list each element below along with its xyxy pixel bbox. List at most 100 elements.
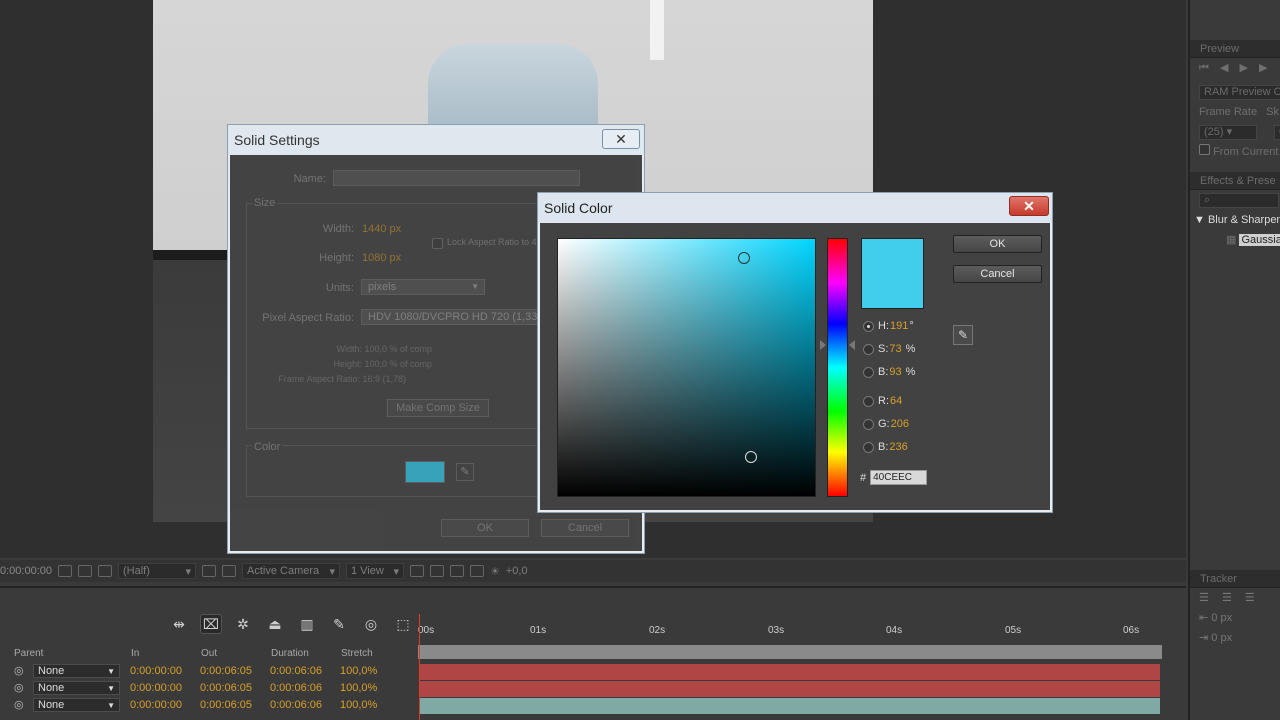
- parent-select[interactable]: None ▼: [33, 664, 120, 678]
- pickwhip-icon[interactable]: ◎: [14, 697, 24, 714]
- make-comp-size-button[interactable]: Make Comp Size: [387, 399, 489, 417]
- align-left-icon[interactable]: ☰: [1199, 592, 1209, 604]
- brainstorm-icon[interactable]: ✎: [328, 614, 350, 634]
- camera-select[interactable]: Active Camera ▾: [242, 563, 340, 579]
- duration-value[interactable]: 0:00:06:06: [270, 680, 322, 697]
- eyedropper-icon[interactable]: ✎: [456, 463, 474, 481]
- frame-rate-select[interactable]: (25) ▾: [1199, 125, 1257, 140]
- layer-bar[interactable]: [420, 681, 1160, 697]
- effects-presets-tab[interactable]: Effects & Prese: [1190, 172, 1280, 190]
- next-frame-icon[interactable]: ▶: [1259, 62, 1267, 74]
- snapshot-icon[interactable]: [58, 565, 72, 577]
- ok-button[interactable]: OK: [441, 519, 529, 537]
- first-frame-icon[interactable]: ⏮: [1199, 62, 1209, 74]
- parent-select[interactable]: None ▼: [33, 698, 120, 712]
- hue-value[interactable]: 191: [890, 318, 908, 334]
- hue-radio[interactable]: [863, 320, 874, 332]
- frame-blending-icon[interactable]: ⏏: [264, 614, 286, 634]
- parent-select[interactable]: None ▼: [33, 681, 120, 695]
- draft-3d-icon[interactable]: ⌧: [200, 614, 222, 634]
- solid-color-titlebar[interactable]: Solid Color: [538, 193, 1052, 223]
- pickwhip-icon[interactable]: ◎: [14, 680, 24, 697]
- effect-item-row[interactable]: ▦ Gaussia: [1190, 230, 1280, 250]
- blue-value[interactable]: 236: [889, 439, 907, 455]
- indent-right-value[interactable]: 0 px: [1211, 632, 1232, 644]
- exposure-value[interactable]: +0,0: [506, 565, 528, 577]
- graph-editor-icon[interactable]: ⬚: [392, 614, 414, 634]
- skip-field[interactable]: 0: [1274, 125, 1280, 140]
- ok-button[interactable]: OK: [953, 235, 1042, 253]
- hex-input[interactable]: [870, 470, 928, 485]
- align-center-icon[interactable]: ☰: [1222, 592, 1232, 604]
- align-right-icon[interactable]: ☰: [1245, 592, 1255, 604]
- solid-settings-close-button[interactable]: ✕: [602, 129, 640, 149]
- close-button[interactable]: ✕: [1009, 196, 1049, 216]
- effect-category-row[interactable]: ▼ Blur & Sharpen: [1190, 210, 1280, 230]
- solid-settings-titlebar[interactable]: Solid Settings: [228, 125, 644, 155]
- color-swatch[interactable]: [405, 461, 445, 483]
- hue-pointer-left-icon[interactable]: [820, 340, 826, 350]
- preview-panel-tab[interactable]: Preview: [1190, 40, 1280, 58]
- height-value[interactable]: 1080 px: [362, 252, 401, 264]
- out-point[interactable]: 0:00:06:05: [200, 697, 252, 714]
- timecode-display[interactable]: 0:00:00:00: [0, 565, 52, 577]
- name-input[interactable]: [333, 170, 580, 186]
- width-value[interactable]: 1440 px: [362, 223, 401, 235]
- layer-row[interactable]: ◎ None ▼ 0:00:00:00 0:00:06:05 0:00:06:06…: [0, 680, 414, 697]
- red-value[interactable]: 64: [890, 393, 902, 409]
- ram-preview-select[interactable]: RAM Preview O: [1199, 85, 1280, 100]
- in-point[interactable]: 0:00:00:00: [130, 663, 182, 680]
- view-layout-select[interactable]: 1 View ▾: [346, 563, 404, 579]
- brightness-value[interactable]: 93: [889, 364, 901, 380]
- auto-keyframe-icon[interactable]: ◎: [360, 614, 382, 634]
- region-of-interest-icon[interactable]: [202, 565, 216, 577]
- current-time-indicator[interactable]: [419, 614, 420, 720]
- saturation-radio[interactable]: [863, 343, 874, 355]
- eyedropper-icon[interactable]: ✎: [953, 325, 973, 345]
- disclosure-triangle-icon[interactable]: ▼: [1194, 214, 1205, 226]
- duration-column-header[interactable]: Duration: [271, 646, 309, 662]
- red-row[interactable]: R: 64: [863, 393, 902, 409]
- effects-search-input[interactable]: ⌕: [1199, 193, 1279, 208]
- out-column-header[interactable]: Out: [201, 646, 217, 662]
- flowchart-icon[interactable]: [470, 565, 484, 577]
- channel-icon[interactable]: [98, 565, 112, 577]
- saturation-value[interactable]: 73: [889, 341, 901, 357]
- prev-frame-icon[interactable]: ◀: [1220, 62, 1228, 74]
- resolution-select[interactable]: (Half) ▾: [118, 563, 196, 579]
- cancel-button[interactable]: Cancel: [541, 519, 629, 537]
- layer-row[interactable]: ◎ None ▼ 0:00:00:00 0:00:06:05 0:00:06:06…: [0, 697, 414, 714]
- stretch-column-header[interactable]: Stretch: [341, 646, 373, 662]
- blue-radio[interactable]: [863, 441, 874, 453]
- pickwhip-icon[interactable]: ◎: [14, 663, 24, 680]
- stretch-value[interactable]: 100,0%: [340, 697, 377, 714]
- layer-row[interactable]: ◎ None ▼ 0:00:00:00 0:00:06:05 0:00:06:06…: [0, 663, 414, 680]
- duration-value[interactable]: 0:00:06:06: [270, 663, 322, 680]
- brightness-row[interactable]: B: 93 %: [863, 364, 915, 380]
- in-column-header[interactable]: In: [131, 646, 139, 662]
- transparency-grid-icon[interactable]: [222, 565, 236, 577]
- blue-row[interactable]: B: 236: [863, 439, 908, 455]
- work-area-bar[interactable]: [418, 645, 1162, 659]
- show-snapshot-icon[interactable]: [78, 565, 92, 577]
- hue-pointer-right-icon[interactable]: [849, 340, 855, 350]
- toggle-pixel-aspect-icon[interactable]: [410, 565, 424, 577]
- layer-bar[interactable]: [420, 664, 1160, 680]
- motion-blur-icon[interactable]: ▥: [296, 614, 318, 634]
- in-point[interactable]: 0:00:00:00: [130, 680, 182, 697]
- exposure-icon[interactable]: ☀: [490, 565, 500, 578]
- indent-left-value[interactable]: 0 px: [1211, 612, 1232, 624]
- hue-row[interactable]: H: 191 °: [863, 318, 914, 334]
- stretch-value[interactable]: 100,0%: [340, 663, 377, 680]
- out-point[interactable]: 0:00:06:05: [200, 680, 252, 697]
- units-select[interactable]: pixels ▼: [361, 279, 485, 295]
- parent-column-header[interactable]: Parent: [14, 646, 43, 662]
- out-point[interactable]: 0:00:06:05: [200, 663, 252, 680]
- brightness-radio[interactable]: [863, 366, 874, 378]
- green-value[interactable]: 206: [891, 416, 909, 432]
- in-point[interactable]: 0:00:00:00: [130, 697, 182, 714]
- from-current-checkbox[interactable]: [1199, 144, 1210, 155]
- red-radio[interactable]: [863, 395, 874, 407]
- hide-shy-layers-icon[interactable]: ✲: [232, 614, 254, 634]
- color-picker-marker[interactable]: [738, 252, 750, 264]
